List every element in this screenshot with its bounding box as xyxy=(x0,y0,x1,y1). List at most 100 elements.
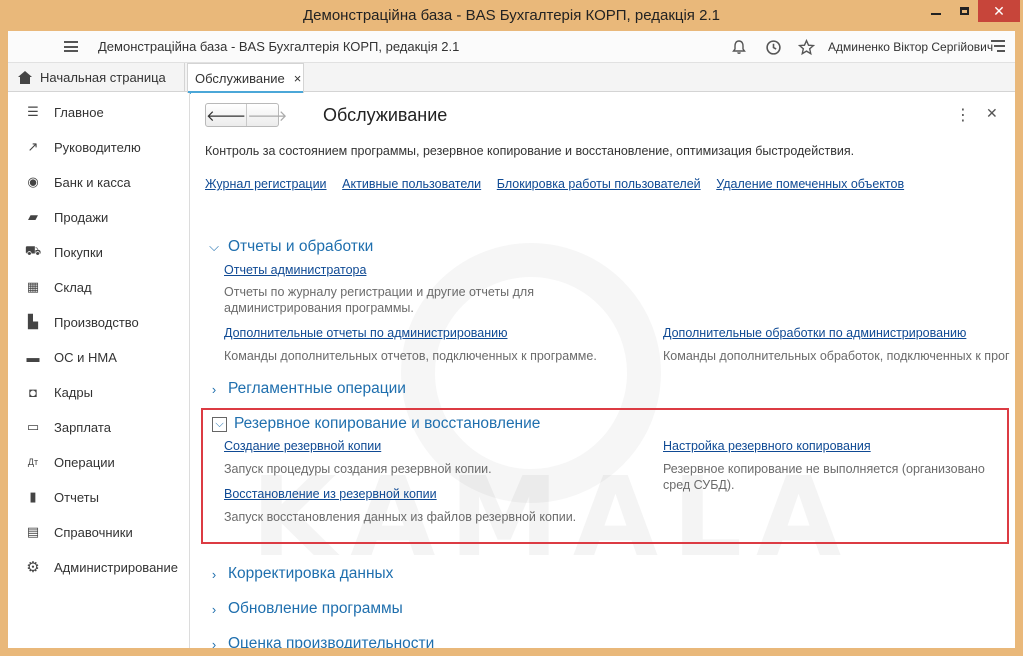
note-restore-backup: Запуск восстановления данных из файлов р… xyxy=(224,510,577,524)
tab-close-icon[interactable]: × xyxy=(294,71,302,86)
operations-icon: Дт xyxy=(27,457,39,467)
history-icon[interactable] xyxy=(763,37,783,57)
main-content: KAMALA 🡐 🡒 Обслуживание ⋮ ✕ Контроль за … xyxy=(191,93,1015,648)
sidebar-item-label: Отчеты xyxy=(54,489,99,505)
book-icon: ▤ xyxy=(26,524,40,539)
chevron-down-icon: ⌵ xyxy=(209,239,219,254)
note-extra-processing: Команды дополнительных обработок, подклю… xyxy=(663,349,1010,363)
sidebar-item-warehouse[interactable]: ▦ Склад xyxy=(8,270,189,304)
section-reports-header[interactable]: ⌵ Отчеты и обработки xyxy=(207,238,373,256)
section-performance-header[interactable]: › Оценка производительности xyxy=(207,635,434,648)
top-links: Журнал регистрации Активные пользователи… xyxy=(205,176,916,191)
home-icon xyxy=(18,70,32,85)
link-active-users[interactable]: Активные пользователи xyxy=(342,177,481,191)
cart-icon: ⛟ xyxy=(24,243,42,258)
sidebar-item-fixed-assets[interactable]: ▬ ОС и НМА xyxy=(8,340,189,374)
sidebar-item-label: Руководителю xyxy=(54,139,141,155)
minimize-icon xyxy=(931,13,941,15)
sidebar-item-reports[interactable]: ▮ Отчеты xyxy=(8,480,189,514)
window-close-button[interactable]: ✕ xyxy=(978,0,1020,22)
navigation-buttons: 🡐 🡒 xyxy=(205,103,287,127)
link-backup-settings[interactable]: Настройка резервного копирования xyxy=(663,439,871,453)
link-extra-processing[interactable]: Дополнительные обработки по администриро… xyxy=(663,326,966,340)
app-header: Демонстраційна база - BAS Бухгалтерія КО… xyxy=(8,31,1015,63)
minimize-button[interactable] xyxy=(922,0,950,22)
sidebar-item-bank[interactable]: ◉ Банк и касса xyxy=(8,165,189,199)
coin-icon: ◉ xyxy=(27,174,39,189)
list-icon: ☰ xyxy=(27,104,39,119)
window-titlebar[interactable]: Демонстраційна база - BAS Бухгалтерія КО… xyxy=(0,0,1023,31)
gear-icon: ⚙ xyxy=(26,559,40,576)
link-block-users[interactable]: Блокировка работы пользователей xyxy=(497,177,701,191)
sidebar-item-purchases[interactable]: ⛟ Покупки xyxy=(8,235,189,269)
section-backup-header[interactable]: ⌵ Резервное копирование и восстановление xyxy=(212,415,540,433)
section-correction-header[interactable]: › Корректировка данных xyxy=(207,565,394,583)
sidebar-item-label: Производство xyxy=(54,314,139,330)
app-title: Демонстраційна база - BAS Бухгалтерія КО… xyxy=(98,39,460,54)
note-backup-settings: Резервное копирование не выполняется (ор… xyxy=(663,462,985,492)
sidebar-item-label: Продажи xyxy=(54,209,109,225)
settings-menu-icon[interactable] xyxy=(991,40,1005,52)
link-restore-backup[interactable]: Восстановление из резервной копии xyxy=(224,487,437,501)
sidebar-item-production[interactable]: ▙ Производство xyxy=(8,305,189,339)
card-icon: ▭ xyxy=(26,419,40,434)
sidebar-item-sales[interactable]: ▰ Продажи xyxy=(8,200,189,234)
section-title: Резервное копирование и восстановление xyxy=(234,415,541,432)
chevron-down-icon: ⌵ xyxy=(212,416,227,432)
section-title: Оценка производительности xyxy=(228,635,435,648)
sidebar-item-catalogs[interactable]: ▤ Справочники xyxy=(8,515,189,549)
tab-home[interactable]: Начальная страница xyxy=(8,63,185,92)
chevron-right-icon: › xyxy=(211,601,217,617)
sidebar-item-administration[interactable]: ⚙ Администрирование xyxy=(8,550,189,584)
warehouse-icon: ▦ xyxy=(26,279,40,294)
link-create-backup[interactable]: Создание резервной копии xyxy=(224,439,381,453)
page-description: Контроль за состоянием программы, резерв… xyxy=(205,144,855,158)
section-routine-header[interactable]: › Регламентные операции xyxy=(207,380,406,398)
tab-maintenance-label: Обслуживание xyxy=(195,71,285,86)
sidebar-item-label: Покупки xyxy=(54,244,103,260)
sidebar-item-operations[interactable]: Дт Операции xyxy=(8,445,189,479)
chevron-right-icon: › xyxy=(211,381,217,397)
section-title: Обновление программы xyxy=(228,600,403,617)
current-user[interactable]: Админенко Віктор Сергійович xyxy=(828,40,993,54)
more-options-icon[interactable]: ⋮ xyxy=(955,105,971,125)
sidebar-item-label: Главное xyxy=(54,104,104,120)
sidebar-item-label: Склад xyxy=(54,279,92,295)
trend-icon: ↗ xyxy=(27,139,39,154)
factory-icon: ▙ xyxy=(28,314,38,329)
sidebar-item-main[interactable]: ☰ Главное xyxy=(8,95,189,129)
section-title: Отчеты и обработки xyxy=(228,238,374,255)
sidebar-item-label: Зарплата xyxy=(54,419,111,435)
tabs-bar: Начальная страница Обслуживание × xyxy=(8,63,1015,94)
link-extra-reports[interactable]: Дополнительные отчеты по администрирован… xyxy=(224,326,507,340)
hamburger-menu-icon[interactable] xyxy=(64,41,78,52)
bag-icon: ▰ xyxy=(28,209,38,224)
link-delete-marked[interactable]: Удаление помеченных объектов xyxy=(716,177,904,191)
section-update-header[interactable]: › Обновление программы xyxy=(207,600,403,618)
link-admin-reports[interactable]: Отчеты администратора xyxy=(224,263,366,277)
tab-maintenance[interactable]: Обслуживание × xyxy=(187,63,304,94)
sidebar-item-salary[interactable]: ▭ Зарплата xyxy=(8,410,189,444)
section-title: Корректировка данных xyxy=(228,565,394,582)
tab-home-label: Начальная страница xyxy=(40,70,166,85)
back-arrow-icon[interactable]: 🡐 xyxy=(206,104,248,126)
note-extra-reports: Команды дополнительных отчетов, подключе… xyxy=(224,349,597,363)
sidebar-item-manager[interactable]: ↗ Руководителю xyxy=(8,130,189,164)
sidebar-item-label: Администрирование xyxy=(54,559,178,575)
star-icon[interactable] xyxy=(796,37,816,57)
sidebar-item-label: Банк и касса xyxy=(54,174,131,190)
bell-icon[interactable] xyxy=(729,37,749,57)
maximize-icon xyxy=(959,7,969,15)
note-create-backup: Запуск процедуры создания резервной копи… xyxy=(224,462,492,476)
sidebar-item-label: Справочники xyxy=(54,524,133,540)
app-client-area: Демонстраційна база - BAS Бухгалтерія КО… xyxy=(8,31,1015,648)
link-event-log[interactable]: Журнал регистрации xyxy=(205,177,327,191)
person-icon: ◘ xyxy=(29,384,37,400)
close-page-icon[interactable]: ✕ xyxy=(986,105,998,122)
sidebar-item-label: Кадры xyxy=(54,384,93,400)
note-admin-reports: Отчеты по журналу регистрации и другие о… xyxy=(224,285,534,315)
sidebar: ☰ Главное ↗ Руководителю ◉ Банк и касса … xyxy=(8,93,190,648)
maximize-button[interactable] xyxy=(950,0,978,22)
sidebar-item-hr[interactable]: ◘ Кадры xyxy=(8,375,189,409)
forward-arrow-icon[interactable]: 🡒 xyxy=(247,104,287,126)
